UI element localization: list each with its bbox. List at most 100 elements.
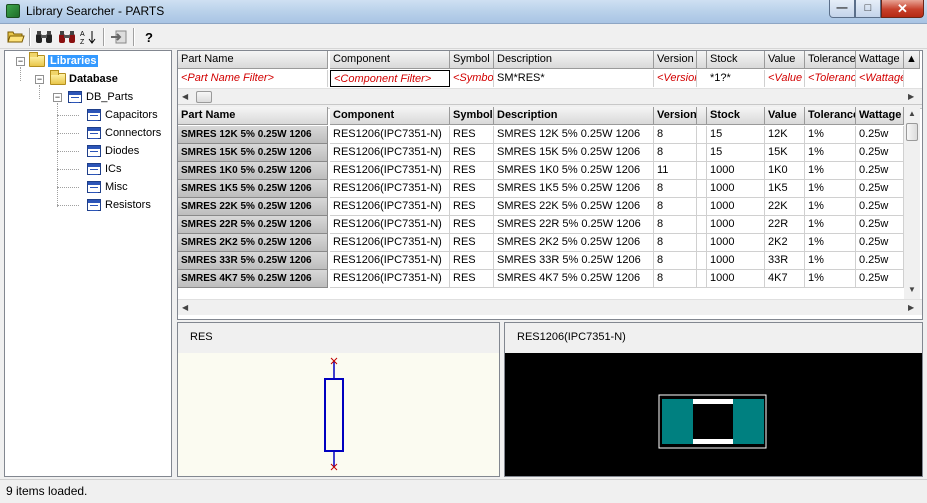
filter-description[interactable]: SM*RES* bbox=[494, 70, 654, 87]
col-header-part-name[interactable]: Part Name bbox=[178, 107, 328, 125]
tree-item-misc[interactable]: Misc bbox=[87, 179, 128, 195]
help-button[interactable]: ? bbox=[139, 28, 159, 46]
table-row[interactable]: SMRES 4K7 5% 0.25W 1206 RES1206(IPC7351-N… bbox=[178, 270, 908, 288]
cell-symbol[interactable]: RES bbox=[450, 252, 494, 270]
cell-description[interactable]: SMRES 2K2 5% 0.25W 1206 bbox=[494, 234, 654, 252]
table-row[interactable]: SMRES 1K5 5% 0.25W 1206 RES1206(IPC7351-N… bbox=[178, 180, 908, 198]
col-header-tolerance[interactable]: Tolerance bbox=[805, 107, 856, 125]
results-vertical-scrollbar[interactable]: ▲ ▼ bbox=[904, 107, 920, 299]
scroll-up-arrow[interactable]: ▲ bbox=[904, 51, 920, 69]
database-expander[interactable]: − bbox=[35, 75, 44, 84]
filter-horizontal-scrollbar[interactable]: ◀ ▶ bbox=[178, 88, 922, 104]
filter-tolerance[interactable]: <Toleranc bbox=[805, 70, 856, 87]
cell-tolerance[interactable]: 1% bbox=[805, 162, 856, 180]
cell-tolerance[interactable]: 1% bbox=[805, 270, 856, 288]
tree-item-connectors[interactable]: Connectors bbox=[87, 125, 161, 141]
filter-header-description[interactable]: Description bbox=[494, 51, 654, 69]
cell-component[interactable]: RES1206(IPC7351-N) bbox=[330, 270, 450, 288]
tree-item-diodes[interactable]: Diodes bbox=[87, 143, 139, 159]
col-header-value[interactable]: Value bbox=[765, 107, 805, 125]
table-row[interactable]: SMRES 12K 5% 0.25W 1206 RES1206(IPC7351-N… bbox=[178, 126, 908, 144]
filter-version[interactable]: <Version bbox=[654, 70, 697, 87]
cell-version[interactable]: 8 bbox=[654, 252, 697, 270]
close-button[interactable]: ✕ bbox=[881, 0, 924, 18]
cell-component[interactable]: RES1206(IPC7351-N) bbox=[330, 126, 450, 144]
cell-stock[interactable]: 15 bbox=[707, 144, 765, 162]
filter-component[interactable]: <Component Filter> bbox=[330, 70, 450, 87]
cell-wattage[interactable]: 0.25w bbox=[856, 252, 904, 270]
maximize-button[interactable]: □ bbox=[855, 0, 881, 18]
cell-tolerance[interactable]: 1% bbox=[805, 252, 856, 270]
db-parts-expander[interactable]: − bbox=[53, 93, 62, 102]
export-button[interactable] bbox=[109, 28, 129, 46]
col-header-symbol[interactable]: Symbol bbox=[450, 107, 494, 125]
cell-part-name[interactable]: SMRES 2K2 5% 0.25W 1206 bbox=[178, 234, 328, 252]
table-row[interactable]: SMRES 22K 5% 0.25W 1206 RES1206(IPC7351-N… bbox=[178, 198, 908, 216]
cell-component[interactable]: RES1206(IPC7351-N) bbox=[330, 216, 450, 234]
cell-description[interactable]: SMRES 1K0 5% 0.25W 1206 bbox=[494, 162, 654, 180]
cell-symbol[interactable]: RES bbox=[450, 270, 494, 288]
scroll-up-arrow[interactable]: ▲ bbox=[908, 109, 916, 118]
cell-component[interactable]: RES1206(IPC7351-N) bbox=[330, 162, 450, 180]
tree-node-db-parts[interactable]: DB_Parts bbox=[68, 89, 133, 105]
filter-symbol[interactable]: <Symbo bbox=[450, 70, 494, 87]
cell-version[interactable]: 11 bbox=[654, 162, 697, 180]
filter-header-symbol[interactable]: Symbol bbox=[450, 51, 494, 69]
cell-part-name[interactable]: SMRES 1K0 5% 0.25W 1206 bbox=[178, 162, 328, 180]
cell-description[interactable]: SMRES 4K7 5% 0.25W 1206 bbox=[494, 270, 654, 288]
col-header-version[interactable]: Version bbox=[654, 107, 697, 125]
cell-value[interactable]: 1K5 bbox=[765, 180, 805, 198]
cell-part-name[interactable]: SMRES 33R 5% 0.25W 1206 bbox=[178, 252, 328, 270]
cell-symbol[interactable]: RES bbox=[450, 198, 494, 216]
cell-wattage[interactable]: 0.25w bbox=[856, 270, 904, 288]
tree-item-capacitors[interactable]: Capacitors bbox=[87, 107, 158, 123]
tree-item-resistors[interactable]: Resistors bbox=[87, 197, 151, 213]
cell-version[interactable]: 8 bbox=[654, 144, 697, 162]
scroll-thumb[interactable] bbox=[196, 91, 212, 103]
cell-version[interactable]: 8 bbox=[654, 126, 697, 144]
filter-header-part-name[interactable]: Part Name bbox=[178, 51, 328, 69]
cell-description[interactable]: SMRES 33R 5% 0.25W 1206 bbox=[494, 252, 654, 270]
cell-part-name[interactable]: SMRES 12K 5% 0.25W 1206 bbox=[178, 126, 328, 144]
cell-component[interactable]: RES1206(IPC7351-N) bbox=[330, 180, 450, 198]
cell-tolerance[interactable]: 1% bbox=[805, 234, 856, 252]
scroll-right-arrow[interactable]: ▶ bbox=[908, 92, 914, 101]
table-row[interactable]: SMRES 15K 5% 0.25W 1206 RES1206(IPC7351-N… bbox=[178, 144, 908, 162]
cell-value[interactable]: 15K bbox=[765, 144, 805, 162]
table-row[interactable]: SMRES 22R 5% 0.25W 1206 RES1206(IPC7351-N… bbox=[178, 216, 908, 234]
scroll-thumb[interactable] bbox=[906, 123, 918, 141]
cell-value[interactable]: 2K2 bbox=[765, 234, 805, 252]
cell-version[interactable]: 8 bbox=[654, 198, 697, 216]
cell-value[interactable]: 33R bbox=[765, 252, 805, 270]
cell-version[interactable]: 8 bbox=[654, 216, 697, 234]
cell-symbol[interactable]: RES bbox=[450, 126, 494, 144]
cell-stock[interactable]: 1000 bbox=[707, 216, 765, 234]
cell-wattage[interactable]: 0.25w bbox=[856, 216, 904, 234]
cell-version[interactable]: 8 bbox=[654, 270, 697, 288]
open-button[interactable] bbox=[6, 28, 26, 46]
tree-node-libraries[interactable]: Libraries bbox=[29, 52, 99, 69]
cell-description[interactable]: SMRES 12K 5% 0.25W 1206 bbox=[494, 126, 654, 144]
libraries-expander[interactable]: − bbox=[16, 57, 25, 66]
filter-part-name[interactable]: <Part Name Filter> bbox=[178, 70, 328, 87]
cell-symbol[interactable]: RES bbox=[450, 144, 494, 162]
cell-value[interactable]: 4K7 bbox=[765, 270, 805, 288]
cell-wattage[interactable]: 0.25w bbox=[856, 126, 904, 144]
find-button[interactable] bbox=[34, 28, 54, 46]
cell-value[interactable]: 22K bbox=[765, 198, 805, 216]
cell-stock[interactable]: 1000 bbox=[707, 162, 765, 180]
scroll-left-arrow[interactable]: ◀ bbox=[182, 303, 188, 312]
cell-wattage[interactable]: 0.25w bbox=[856, 162, 904, 180]
cell-part-name[interactable]: SMRES 15K 5% 0.25W 1206 bbox=[178, 144, 328, 162]
cell-stock[interactable]: 1000 bbox=[707, 252, 765, 270]
results-horizontal-scrollbar[interactable]: ◀ ▶ bbox=[178, 299, 922, 315]
minimize-button[interactable]: — bbox=[829, 0, 855, 18]
cell-part-name[interactable]: SMRES 22K 5% 0.25W 1206 bbox=[178, 198, 328, 216]
cell-symbol[interactable]: RES bbox=[450, 180, 494, 198]
filter-stock[interactable]: *1?* bbox=[707, 70, 765, 87]
sort-button[interactable]: AZ bbox=[79, 28, 99, 46]
cell-wattage[interactable]: 0.25w bbox=[856, 180, 904, 198]
cell-part-name[interactable]: SMRES 4K7 5% 0.25W 1206 bbox=[178, 270, 328, 288]
scroll-right-arrow[interactable]: ▶ bbox=[908, 303, 914, 312]
cell-wattage[interactable]: 0.25w bbox=[856, 144, 904, 162]
